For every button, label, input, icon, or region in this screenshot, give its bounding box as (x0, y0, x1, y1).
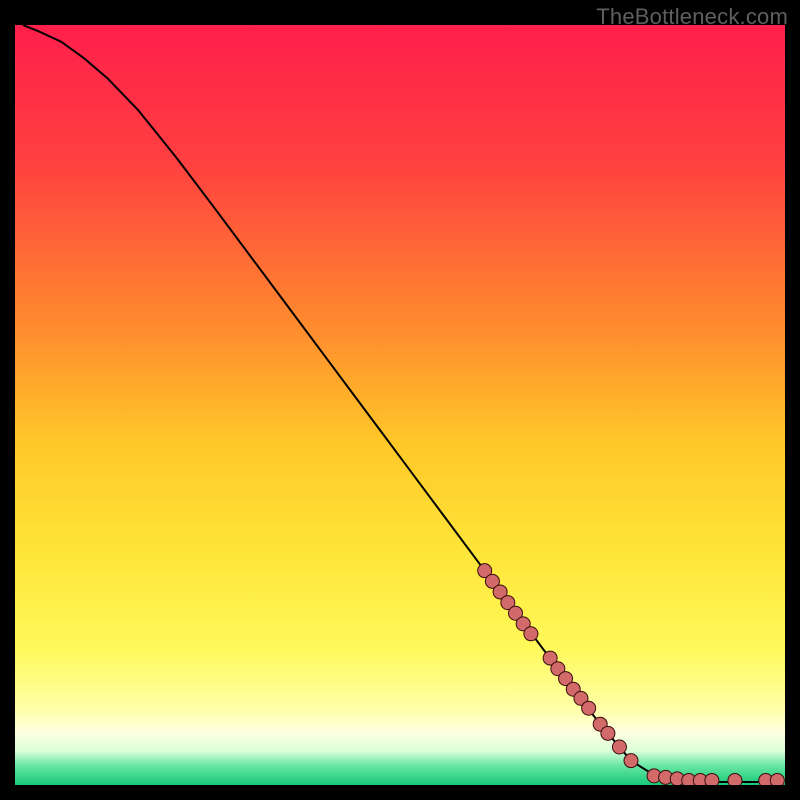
plot-area (15, 25, 785, 785)
data-point-marker (770, 773, 784, 785)
data-point-marker (728, 773, 742, 785)
data-point-marker (612, 740, 626, 754)
data-point-marker (601, 726, 615, 740)
data-point-marker (624, 754, 638, 768)
chart-frame: TheBottleneck.com (0, 0, 800, 800)
data-point-marker (705, 773, 719, 785)
data-point-marker (582, 701, 596, 715)
chart-svg (15, 25, 785, 785)
watermark-text: TheBottleneck.com (596, 4, 788, 30)
gradient-background (15, 25, 785, 785)
data-point-marker (524, 627, 538, 641)
